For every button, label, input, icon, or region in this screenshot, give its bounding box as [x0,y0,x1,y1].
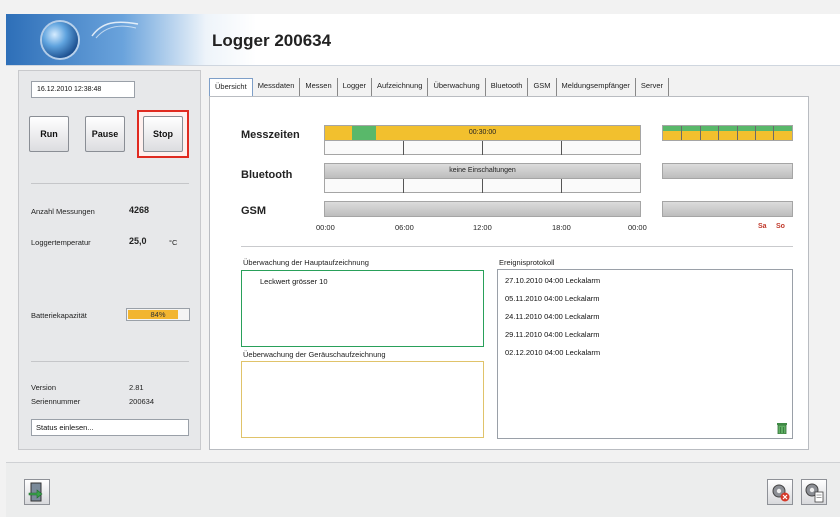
bluetooth-timeline-bar[interactable]: keine Einschaltungen [324,163,641,179]
stop-button[interactable]: Stop [143,116,183,152]
time-axis-label: 06:00 [395,223,414,232]
trash-icon[interactable] [777,422,787,434]
exit-button[interactable] [24,479,50,505]
read-status-button[interactable]: Status einlesen... [31,419,189,436]
tab-messen[interactable]: Messen [300,78,338,96]
gsm-timeline-bar[interactable] [324,201,641,217]
noise-monitoring-list[interactable] [241,361,484,438]
bottom-toolbar [6,462,840,517]
tab-aufzeichnung[interactable]: Aufzeichnung [372,78,429,96]
settings-export-button[interactable] [801,479,827,505]
gear-document-icon [805,483,824,503]
exit-door-icon [28,482,43,502]
bluetooth-tick-grid [324,179,641,193]
week-messzeiten-strip[interactable] [662,125,793,141]
messzeiten-interval: 00:30:00 [468,129,497,136]
temperature-unit: °C [169,238,178,247]
swoosh-logo-icon [91,21,139,39]
overview-panel: Messzeiten Bluetooth GSM 00:30:00 keine … [209,96,809,450]
datetime-display: 16.12.2010 12:38:48 [31,81,135,98]
serial-label: Seriennummer [31,397,81,406]
tab-bar: Übersicht Messdaten Messen Logger Aufzeichnu… [209,78,670,96]
tab-meldungsempfänger[interactable]: Meldungsempfänger [557,78,636,96]
tab-übersicht[interactable]: Übersicht [209,78,253,96]
tab-bluetooth[interactable]: Bluetooth [486,78,529,96]
tab-messdaten[interactable]: Messdaten [253,78,301,96]
event-log-entry[interactable]: 02.12.2010 04:00 Leckalarm [505,348,600,357]
sunday-label: So [776,223,785,230]
battery-label: Batteriekapazität [31,311,87,320]
divider [31,361,189,362]
measurements-label: Anzahl Messungen [31,207,95,216]
battery-value: 84% [150,310,166,319]
event-log-label: Ereignisprotokoll [499,258,555,267]
temperature-value: 25,0 [129,236,147,246]
logger-control-panel: 16.12.2010 12:38:48 Run Pause Stop Anzah… [18,70,201,450]
time-axis-label: 00:00 [628,223,647,232]
event-log-entry[interactable]: 05.11.2010 04:00 Leckalarm [505,294,600,303]
gsm-row-label: GSM [241,205,267,217]
settings-delete-button[interactable] [767,479,793,505]
version-value: 2.81 [129,383,144,392]
event-log-entry[interactable]: 24.11.2010 04:00 Leckalarm [505,312,600,321]
main-monitoring-list[interactable]: Leckwert grösser 10 [241,270,484,347]
messzeiten-row-label: Messzeiten [241,129,300,141]
messzeiten-tick-grid [324,141,641,155]
messzeiten-timeline-bar[interactable]: 00:30:00 [324,125,641,141]
version-label: Version [31,383,57,392]
app-window: Logger 200634 16.12.2010 12:38:48 Run Pa… [0,0,840,517]
globe-logo-icon [42,22,78,58]
event-log-entry[interactable]: 29.11.2010 04:00 Leckalarm [505,330,600,339]
battery-gauge: 84% [126,308,190,321]
divider [241,246,793,247]
window-title: Logger 200634 [212,31,332,50]
week-gsm-strip[interactable] [662,201,793,217]
bluetooth-status: keine Einschaltungen [449,167,516,174]
main-monitoring-label: Überwachung der Hauptaufzeichnung [243,258,369,267]
bluetooth-row-label: Bluetooth [241,169,293,181]
divider [31,183,189,184]
week-bluetooth-strip[interactable] [662,163,793,179]
tab-logger[interactable]: Logger [338,78,372,96]
time-axis-label: 12:00 [473,223,492,232]
tab-überwachung[interactable]: Überwachung [428,78,486,96]
tab-server[interactable]: Server [636,78,670,96]
time-axis-label: 00:00 [316,223,335,232]
temperature-label: Loggertemperatur [31,238,91,247]
monitoring-rule[interactable]: Leckwert grösser 10 [260,277,328,286]
measurements-value: 4268 [129,205,150,215]
noise-monitoring-label: Üeberwachung der Geräuschaufzeichnung [243,350,386,359]
run-button[interactable]: Run [29,116,69,152]
serial-value: 200634 [129,397,155,406]
event-log-list[interactable]: 27.10.2010 04:00 Leckalarm 05.11.2010 04… [497,269,793,439]
time-axis-label: 18:00 [552,223,571,232]
title-banner: Logger 200634 [6,14,840,66]
gear-delete-icon [772,484,790,502]
saturday-label: Sa [758,223,767,230]
pause-button[interactable]: Pause [85,116,125,152]
event-log-entry[interactable]: 27.10.2010 04:00 Leckalarm [505,276,600,285]
tab-gsm[interactable]: GSM [528,78,557,96]
